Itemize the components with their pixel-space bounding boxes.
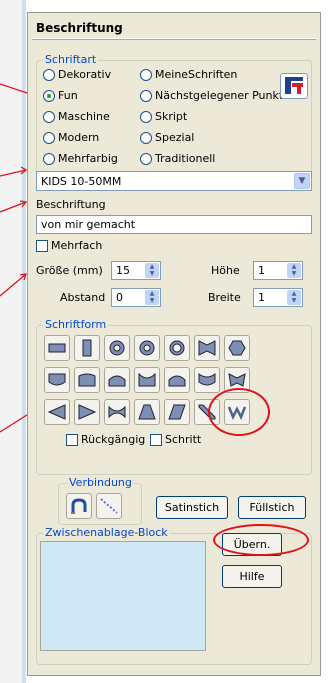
shape-wave-up-icon[interactable] [164,367,190,393]
lettering-label: Beschriftung [36,198,106,211]
multiple-checkbox-box[interactable] [36,239,48,252]
step-checkbox-label: Schritt [165,433,202,446]
height-spinner[interactable]: 1 ▲ ▼ [253,261,303,280]
radio-naechstgelegener-punkt-dot[interactable] [140,89,152,102]
radio-naechstgelegener-punkt-label: Nächstgelegener Punkt [155,89,284,102]
radio-mehrfarbig-dot[interactable] [43,152,55,165]
shape-fish-icon[interactable] [104,399,130,425]
radio-spezial-dot[interactable] [140,131,152,144]
radio-spezial-label: Spezial [155,131,195,144]
shape-ring-icon[interactable] [164,335,190,361]
size-label: Größe (mm) [36,264,103,277]
lettering-panel: Beschriftung Schriftart Dekorativ MeineS… [27,12,321,676]
connection-group-legend: Verbindung [67,476,134,489]
shape-wedge-left-icon[interactable] [44,399,70,425]
multiple-checkbox[interactable]: Mehrfach [36,239,102,252]
radio-mehrfarbig-label: Mehrfarbig [58,152,118,165]
connect-loop-icon[interactable] [66,493,92,519]
undo-checkbox[interactable]: Rückgängig [66,433,145,446]
font-logo-icon [285,77,303,94]
spin-arrows-icon[interactable]: ▲ ▼ [145,263,159,278]
radio-fun-label: Fun [58,89,78,102]
shape-trapezoid-icon[interactable] [134,399,160,425]
panel-title: Beschriftung [36,21,123,35]
undo-checkbox-label: Rückgängig [81,433,146,446]
help-button[interactable]: Hilfe [222,565,282,588]
radio-fun[interactable]: Fun [43,89,78,102]
font-group-legend: Schriftart [43,53,99,66]
spin-arrows-icon[interactable]: ▲ ▼ [287,263,301,278]
radio-maschine-label: Maschine [58,110,110,123]
radio-meineschriften-label: MeineSchriften [155,68,238,81]
radio-skript-label: Skript [155,110,188,123]
spacing-label: Abstand [60,291,106,304]
shape-circle-cw-icon[interactable] [104,335,130,361]
chevron-down-icon[interactable]: ▼ [294,173,310,189]
radio-dekorativ[interactable]: Dekorativ [43,68,111,81]
radio-dekorativ-label: Dekorativ [58,68,112,81]
width-value: 1 [258,291,265,304]
shape-flag-icon[interactable] [74,367,100,393]
radio-skript[interactable]: Skript [140,110,187,123]
shape-hexagon-icon[interactable] [224,335,250,361]
radio-dekorativ-dot[interactable] [43,68,55,81]
spacing-spinner[interactable]: 0 ▲ ▼ [111,288,161,307]
lettering-text-input[interactable]: von mir gemacht [36,215,312,234]
font-select-value: KIDS 10-50MM [41,175,122,188]
shape-group-legend: Schriftform [43,318,109,331]
size-spinner[interactable]: 15 ▲ ▼ [111,261,161,280]
annotation-circle-apply [213,524,309,556]
width-label: Breite [208,291,241,304]
width-spinner[interactable]: 1 ▲ ▼ [253,288,303,307]
radio-traditionell-label: Traditionell [155,152,216,165]
multiple-checkbox-label: Mehrfach [51,239,103,252]
height-value: 1 [258,264,265,277]
radio-spezial[interactable]: Spezial [140,131,194,144]
shape-arch-icon[interactable] [104,367,130,393]
shape-valley-icon[interactable] [134,367,160,393]
shape-bag-icon[interactable] [194,367,220,393]
fill-stitch-button[interactable]: Füllstich [238,496,306,519]
title-divider [32,38,316,40]
shape-parallelogram-icon[interactable] [164,399,190,425]
shape-circle-ccw-icon[interactable] [134,335,160,361]
radio-maschine[interactable]: Maschine [43,110,110,123]
my-fonts-logo-button[interactable] [280,73,308,99]
radio-meineschriften-dot[interactable] [140,68,152,81]
radio-naechstgelegener-punkt[interactable]: Nächstgelegener Punkt [140,89,283,102]
radio-skript-dot[interactable] [140,110,152,123]
size-value: 15 [116,264,130,277]
radio-traditionell-dot[interactable] [140,152,152,165]
shape-bowtie-icon[interactable] [194,335,220,361]
radio-traditionell[interactable]: Traditionell [140,152,215,165]
clipboard-group-legend: Zwischenablage-Block [43,526,170,539]
radio-mehrfarbig[interactable]: Mehrfarbig [43,152,118,165]
step-checkbox[interactable]: Schritt [150,433,201,446]
font-select[interactable]: KIDS 10-50MM ▼ [36,171,312,191]
radio-modern-dot[interactable] [43,131,55,144]
spin-arrows-icon[interactable]: ▲ ▼ [145,290,159,305]
lettering-text-value: von mir gemacht [41,218,136,231]
shape-vertical-icon[interactable] [74,335,100,361]
satin-stitch-button[interactable]: Satinstich [156,496,228,519]
spacing-value: 0 [116,291,123,304]
annotation-circle-zigzag [208,388,270,436]
radio-meineschriften[interactable]: MeineSchriften [140,68,237,81]
radio-maschine-dot[interactable] [43,110,55,123]
radio-fun-dot[interactable] [43,89,55,102]
shape-flat-icon[interactable] [44,335,70,361]
shape-wedge-right-icon[interactable] [74,399,100,425]
height-label: Höhe [211,264,240,277]
radio-modern-label: Modern [58,131,100,144]
step-checkbox-box[interactable] [150,433,162,446]
spin-arrows-icon[interactable]: ▲ ▼ [287,290,301,305]
radio-modern[interactable]: Modern [43,131,99,144]
connect-diagonal-icon[interactable] [96,493,122,519]
shape-arc-down-icon[interactable] [44,367,70,393]
undo-checkbox-box[interactable] [66,433,78,446]
clipboard-preview[interactable] [40,541,206,651]
